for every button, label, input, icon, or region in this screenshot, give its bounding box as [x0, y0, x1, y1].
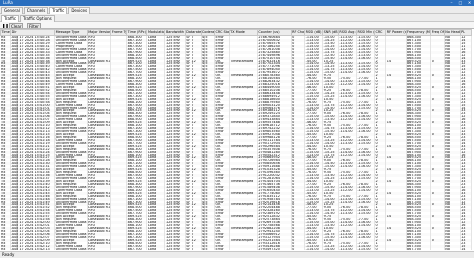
- tab-devices[interactable]: Devices: [68, 6, 91, 14]
- table-cell: No: [444, 247, 461, 251]
- column-header[interactable]: SNR (dB): [322, 29, 339, 36]
- table-cell: LoRa: [146, 247, 166, 251]
- table-cell: Timestamped: [229, 132, 258, 136]
- table-cell: Timestamped: [229, 74, 258, 78]
- table-header-row: TimeDirMessage TypeMajor VersionFrame Ty…: [0, 29, 473, 36]
- table-cell: 14: [460, 247, 473, 251]
- table-row[interactable]: Rx Aug 17 2024 15:42:13 Unconfirmed Data RF…: [0, 247, 473, 251]
- table-cell: -115.00: [356, 247, 375, 251]
- pause-icon[interactable]: ❚❚: [2, 23, 9, 28]
- table-cell: Aug 17 2024 15:42:13: [10, 247, 56, 251]
- table-cell: -14.00: [322, 247, 339, 251]
- sub-tab-bar: Traffic Traffic Options: [0, 14, 474, 22]
- table-cell: -114.00: [304, 247, 324, 251]
- table-cell: [110, 247, 128, 251]
- table-cell: Timestamped: [229, 121, 258, 125]
- window-title: LuRa: [3, 0, 13, 5]
- table-cell: Timestamped: [229, 168, 258, 172]
- traffic-table: TimeDirMessage TypeMajor VersionFrame Ty…: [0, 28, 474, 252]
- column-header[interactable]: Time (RPc): [126, 29, 148, 36]
- column-header[interactable]: RF Chain: [290, 29, 306, 36]
- tab-general[interactable]: General: [1, 6, 23, 14]
- table-cell: Unconfirmed Data: [54, 247, 88, 251]
- tab-traffic[interactable]: Traffic: [49, 6, 68, 14]
- column-header[interactable]: Freq Offset: [430, 29, 445, 36]
- column-header[interactable]: RSSI (dB): [304, 29, 324, 36]
- table-cell: Error: [214, 247, 230, 251]
- status-text: Ready: [2, 252, 15, 257]
- table-cell: [430, 247, 445, 251]
- table-cell: SF 7: [185, 247, 202, 251]
- table-cell: [385, 247, 407, 251]
- table-cell: Timestamped: [229, 156, 258, 160]
- table-cell: Timestamped: [229, 191, 258, 195]
- subtab-traffic-options[interactable]: Traffic Options: [20, 14, 55, 22]
- column-header[interactable]: RF Power (dBm): [385, 29, 407, 36]
- column-header[interactable]: RSSI Avg (dB): [337, 29, 357, 36]
- table-cell: RFU: [87, 247, 112, 251]
- subtab-traffic[interactable]: Traffic: [1, 14, 20, 22]
- column-header[interactable]: Datarate: [184, 29, 202, 36]
- column-header[interactable]: Coderate: [200, 29, 216, 36]
- table-cell: Timestamped: [229, 97, 258, 101]
- column-header[interactable]: Bandwidth: [164, 29, 186, 36]
- table-cell: Timestamped: [229, 203, 258, 207]
- table-cell: 0: [374, 247, 387, 251]
- main-tab-bar: General Channels Traffic Devices: [0, 6, 474, 14]
- table-cell: 2793497320: [257, 247, 292, 251]
- table-cell: 4/5: [201, 247, 216, 251]
- table-cell: Timestamped: [229, 215, 258, 219]
- table-cell: Timestamped: [229, 144, 258, 148]
- table-cell: Rx: [0, 247, 12, 251]
- table-cell: 867.700: [126, 247, 148, 251]
- column-header[interactable]: CRC Status: [214, 29, 230, 36]
- column-header[interactable]: Frequency (MHz): [405, 29, 432, 36]
- table-cell: Timestamped: [229, 238, 258, 242]
- column-header[interactable]: Frame Type: [110, 29, 128, 36]
- table-cell: 0: [291, 247, 306, 251]
- table-cell: [229, 247, 258, 251]
- table-cell: 125 kHz: [164, 247, 186, 251]
- table-cell: Timestamped: [229, 109, 258, 113]
- column-header[interactable]: Modulation: [146, 29, 166, 36]
- column-header[interactable]: Time: [0, 29, 12, 36]
- table-cell: Timestamped: [229, 85, 258, 89]
- table-cell: Timestamped: [229, 226, 258, 230]
- column-header[interactable]: No Header: [443, 29, 461, 36]
- column-header[interactable]: Major Version: [86, 29, 112, 36]
- table-cell: -113.00: [338, 247, 357, 251]
- tab-channels[interactable]: Channels: [23, 6, 49, 14]
- table-cell: Timestamped: [229, 179, 258, 183]
- table-cell: Timestamped: [229, 59, 258, 63]
- table-cell: 867.700: [406, 247, 432, 251]
- column-header[interactable]: RSSI Min (dB): [355, 29, 375, 36]
